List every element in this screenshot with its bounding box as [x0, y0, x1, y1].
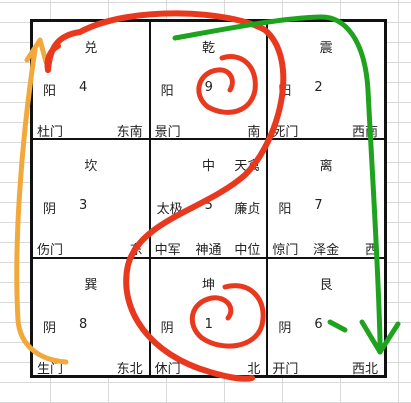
- yinyang-label: 阴: [278, 320, 292, 336]
- star-label: 天禽: [234, 159, 261, 175]
- palace-gen: 艮 阴 6 开门 西北: [267, 257, 385, 377]
- right-label: 廉贞: [234, 202, 261, 218]
- trigram-label: 乾: [201, 41, 215, 56]
- yinyang-label: 阴: [43, 320, 57, 336]
- yinyang-label: 阳: [160, 84, 174, 99]
- door-label: 开门: [272, 361, 299, 377]
- trigram-label: 坤: [201, 277, 215, 293]
- direction-label: 东: [129, 243, 143, 259]
- door-label: 休门: [154, 361, 181, 377]
- palace-number: 7: [314, 198, 323, 214]
- trigram-label: 离: [319, 159, 333, 175]
- mid-label: 泽金: [313, 243, 340, 259]
- door-label: 景门: [154, 125, 181, 140]
- palace-zhen: 震 阳 2 死门 西南: [267, 21, 385, 140]
- nine-palace-grid: 兑 阳 4 杜门 东南 乾 阳 9 景门 南 震 阳 2 死门 西南 坎 阴 3…: [30, 19, 387, 378]
- palace-kan: 坎 阴 3 伤门 东: [32, 139, 150, 259]
- direction-label: 北: [247, 361, 261, 377]
- door-label: 杜门: [37, 125, 64, 140]
- door-label: 生门: [37, 361, 64, 377]
- palace-number: 2: [314, 80, 323, 95]
- trigram-label: 艮: [319, 277, 333, 293]
- direction-label: 东北: [116, 361, 143, 377]
- direction-label: 东南: [116, 125, 143, 140]
- palace-dui: 兑 阳 4 杜门 东南: [32, 21, 150, 140]
- yinyang-label: 阳: [43, 84, 57, 99]
- palace-number: 5: [204, 198, 213, 214]
- direction-label: 西北: [351, 361, 378, 377]
- trigram-label: 中: [201, 159, 215, 175]
- door-label: 伤门: [37, 243, 64, 259]
- direction-label: 西南: [351, 125, 378, 140]
- trigram-label: 坎: [84, 159, 98, 175]
- palace-center: 中 天禽 太极 5 廉贞 中军 神通 中位: [149, 139, 268, 259]
- trigram-label: 震: [319, 41, 333, 56]
- palace-number: 9: [204, 80, 213, 95]
- door-label: 惊门: [272, 243, 299, 259]
- palace-number: 6: [314, 316, 323, 332]
- palace-kun: 坤 阴 1 休门 北: [149, 257, 268, 377]
- palace-qian: 乾 阳 9 景门 南: [149, 21, 268, 140]
- bottom-mid-label: 神通: [195, 243, 222, 259]
- trigram-label: 兑: [84, 41, 98, 56]
- left-label: 太极: [156, 202, 183, 218]
- yinyang-label: 阴: [43, 202, 57, 218]
- yinyang-label: 阴: [160, 320, 174, 336]
- bottom-right-label: 中位: [234, 243, 261, 259]
- yinyang-label: 阳: [278, 84, 292, 99]
- door-label: 死门: [272, 125, 299, 140]
- yinyang-label: 阳: [278, 202, 292, 218]
- palace-li: 离 阳 7 惊门 泽金 西: [267, 139, 385, 259]
- palace-number: 3: [79, 198, 88, 214]
- palace-number: 8: [79, 316, 88, 332]
- direction-label: 南: [247, 125, 261, 140]
- bottom-left-label: 中军: [154, 243, 181, 259]
- palace-number: 4: [79, 80, 88, 95]
- palace-xun: 巽 阴 8 生门 东北: [32, 257, 150, 377]
- direction-label: 西: [364, 243, 378, 259]
- trigram-label: 巽: [84, 277, 98, 293]
- palace-number: 1: [204, 316, 213, 332]
